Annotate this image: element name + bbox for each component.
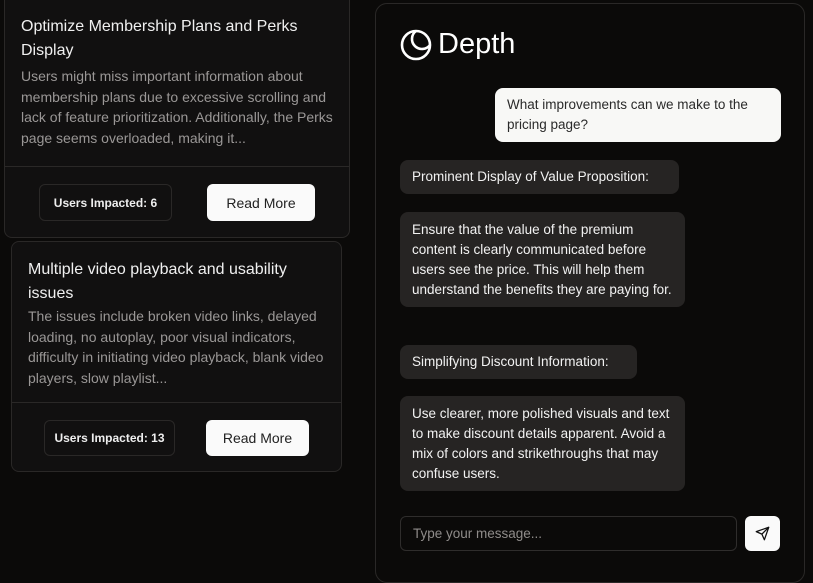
divider bbox=[5, 166, 349, 167]
send-button[interactable] bbox=[745, 516, 780, 551]
users-impacted-badge: Users Impacted: 13 bbox=[44, 420, 175, 456]
issue-card: Multiple video playback and usability is… bbox=[11, 241, 342, 472]
brand-logo: Depth bbox=[400, 28, 515, 61]
issue-title: Optimize Membership Plans and Perks Disp… bbox=[21, 18, 298, 59]
assistant-message: Prominent Display of Value Proposition: bbox=[400, 160, 679, 194]
users-impacted-badge: Users Impacted: 6 bbox=[39, 184, 172, 221]
chat-panel: Depth What improvements can we make to t… bbox=[375, 3, 805, 583]
divider bbox=[12, 402, 341, 403]
assistant-message: Simplifying Discount Information: bbox=[400, 345, 637, 379]
user-message: What improvements can we make to the pri… bbox=[495, 88, 781, 142]
issue-title: Multiple video playback and usability is… bbox=[28, 261, 287, 302]
issue-description: The issues include broken video links, d… bbox=[28, 308, 324, 386]
issue-description: Users might miss important information a… bbox=[21, 68, 333, 146]
depth-logo-icon bbox=[400, 29, 432, 60]
assistant-message: Ensure that the value of the premium con… bbox=[400, 212, 685, 307]
read-more-button[interactable]: Read More bbox=[207, 184, 315, 221]
read-more-button[interactable]: Read More bbox=[206, 420, 309, 456]
send-icon bbox=[755, 526, 770, 541]
brand-name: Depth bbox=[438, 28, 516, 60]
assistant-message: Use clearer, more polished visuals and t… bbox=[400, 396, 685, 491]
message-input[interactable] bbox=[400, 516, 737, 551]
issue-card: Optimize Membership Plans and Perks Disp… bbox=[4, 0, 350, 238]
